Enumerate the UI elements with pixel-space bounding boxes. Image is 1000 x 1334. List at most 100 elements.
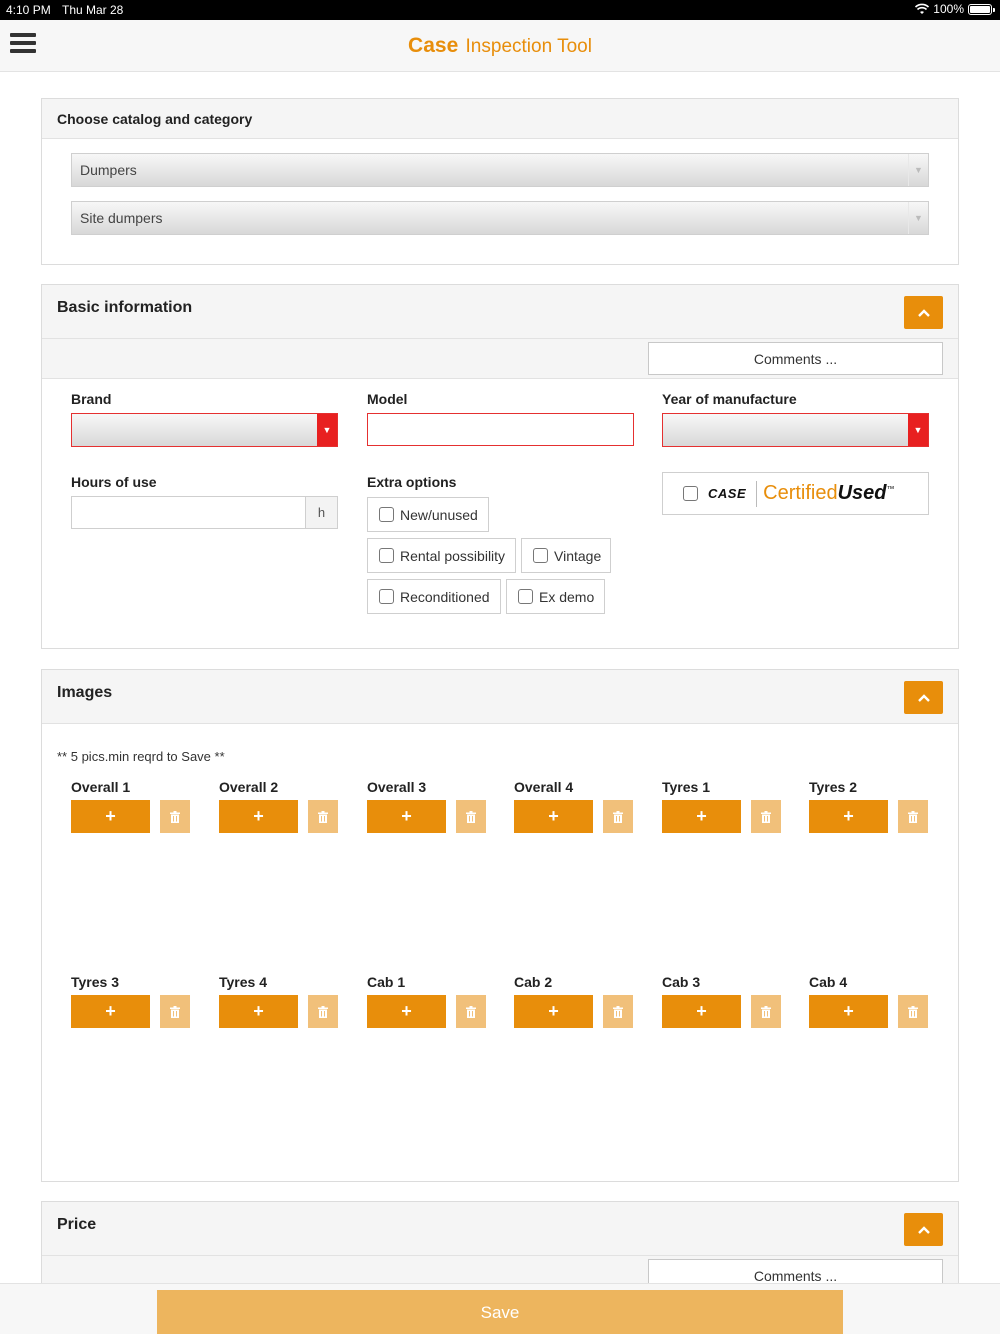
- trash-icon: [170, 810, 180, 823]
- catalog-panel-title: Choose catalog and category: [57, 111, 253, 127]
- save-bar: Save: [0, 1283, 1000, 1334]
- battery-icon: [968, 3, 995, 15]
- catalog-select-value: Dumpers: [80, 162, 137, 178]
- add-image-button-overall-1[interactable]: +: [71, 800, 150, 833]
- plus-icon: +: [253, 1001, 264, 1021]
- chevron-down-icon: ▼: [908, 154, 928, 186]
- app-title: Case Inspection Tool: [0, 34, 1000, 58]
- wifi-icon: [915, 3, 930, 14]
- status-date: Thu Mar 28: [62, 3, 124, 17]
- year-select[interactable]: ▼: [662, 413, 929, 447]
- add-image-button-cab-4[interactable]: +: [809, 995, 888, 1028]
- option-vintage[interactable]: Vintage: [521, 538, 611, 573]
- plus-icon: +: [548, 1001, 559, 1021]
- option-ex-demo[interactable]: Ex demo: [506, 579, 605, 614]
- image-slot-label-tyres-2: Tyres 2: [809, 779, 857, 795]
- delete-image-button-tyres-4[interactable]: [308, 995, 338, 1028]
- hours-unit: h: [306, 496, 338, 529]
- price-panel: Price Comments ...: [41, 1201, 959, 1292]
- catalog-select[interactable]: Dumpers ▼: [71, 153, 929, 187]
- plus-icon: +: [696, 806, 707, 826]
- checkbox-icon: [683, 486, 698, 501]
- battery-percent: 100%: [933, 2, 964, 16]
- plus-icon: +: [401, 1001, 412, 1021]
- certified-used-checkbox[interactable]: CASE CertifiedUsed™: [662, 472, 929, 515]
- brand-label: Brand: [71, 391, 112, 407]
- add-image-button-cab-3[interactable]: +: [662, 995, 741, 1028]
- delete-image-button-cab-2[interactable]: [603, 995, 633, 1028]
- trash-icon: [908, 1005, 918, 1018]
- basic-info-subbar: Comments ...: [42, 339, 958, 379]
- add-image-button-tyres-3[interactable]: +: [71, 995, 150, 1028]
- add-image-button-overall-2[interactable]: +: [219, 800, 298, 833]
- images-collapse-button[interactable]: [904, 681, 943, 714]
- image-slot-label-overall-3: Overall 3: [367, 779, 427, 795]
- plus-icon: +: [401, 806, 412, 826]
- trash-icon: [613, 810, 623, 823]
- chevron-down-icon: ▼: [317, 414, 337, 446]
- checkbox-icon: [379, 589, 394, 604]
- basic-info-panel: Basic information Comments ... Brand ▼ M…: [41, 284, 959, 649]
- delete-image-button-overall-1[interactable]: [160, 800, 190, 833]
- certified-used-logo: CertifiedUsed™: [757, 482, 894, 505]
- basic-info-collapse-button[interactable]: [904, 296, 943, 329]
- images-panel: Images ** 5 pics.min reqrd to Save ** Ov…: [41, 669, 959, 1182]
- option-rental-possibility[interactable]: Rental possibility: [367, 538, 516, 573]
- delete-image-button-overall-4[interactable]: [603, 800, 633, 833]
- delete-image-button-cab-4[interactable]: [898, 995, 928, 1028]
- model-label: Model: [367, 391, 408, 407]
- used-text: Used: [837, 482, 887, 504]
- delete-image-button-tyres-1[interactable]: [751, 800, 781, 833]
- catalog-panel: Choose catalog and category Dumpers ▼ Si…: [41, 98, 959, 265]
- image-slot-label-tyres-1: Tyres 1: [662, 779, 710, 795]
- delete-image-button-overall-2[interactable]: [308, 800, 338, 833]
- plus-icon: +: [696, 1001, 707, 1021]
- model-input[interactable]: [367, 413, 634, 446]
- hours-label: Hours of use: [71, 474, 157, 490]
- option-label: Ex demo: [539, 588, 595, 605]
- price-collapse-button[interactable]: [904, 1213, 943, 1246]
- delete-image-button-cab-3[interactable]: [751, 995, 781, 1028]
- add-image-button-tyres-4[interactable]: +: [219, 995, 298, 1028]
- catalog-panel-header: Choose catalog and category: [42, 99, 958, 139]
- option-reconditioned[interactable]: Reconditioned: [367, 579, 501, 614]
- image-slot-label-cab-1: Cab 1: [367, 974, 406, 990]
- hours-input[interactable]: [71, 496, 306, 529]
- chevron-up-icon: [917, 693, 930, 702]
- status-bar: 4:10 PM Thu Mar 28 100%: [0, 0, 1000, 20]
- add-image-button-tyres-2[interactable]: +: [809, 800, 888, 833]
- delete-image-button-cab-1[interactable]: [456, 995, 486, 1028]
- add-image-button-cab-2[interactable]: +: [514, 995, 593, 1028]
- delete-image-button-overall-3[interactable]: [456, 800, 486, 833]
- add-image-button-overall-3[interactable]: +: [367, 800, 446, 833]
- option-label: Reconditioned: [400, 588, 490, 605]
- images-header: Images: [42, 670, 958, 724]
- delete-image-button-tyres-3[interactable]: [160, 995, 190, 1028]
- image-slot-label-tyres-4: Tyres 4: [219, 974, 267, 990]
- app-header: Case Inspection Tool: [0, 20, 1000, 72]
- images-title: Images: [57, 684, 113, 701]
- trash-icon: [613, 1005, 623, 1018]
- basic-info-comments-button[interactable]: Comments ...: [648, 342, 943, 375]
- save-button[interactable]: Save: [157, 1290, 843, 1334]
- add-image-button-overall-4[interactable]: +: [514, 800, 593, 833]
- add-image-button-cab-1[interactable]: +: [367, 995, 446, 1028]
- plus-icon: +: [843, 806, 854, 826]
- option-new-unused[interactable]: New/unused: [367, 497, 489, 532]
- option-label: Vintage: [554, 547, 602, 564]
- category-select[interactable]: Site dumpers ▼: [71, 201, 929, 235]
- checkbox-icon: [379, 548, 394, 563]
- trash-icon: [318, 810, 328, 823]
- status-right: 100%: [915, 2, 995, 16]
- add-image-button-tyres-1[interactable]: +: [662, 800, 741, 833]
- trademark-symbol: ™: [886, 484, 895, 494]
- delete-image-button-tyres-2[interactable]: [898, 800, 928, 833]
- basic-info-title: Basic information: [57, 299, 193, 316]
- image-slot-label-overall-1: Overall 1: [71, 779, 131, 795]
- brand-select[interactable]: ▼: [71, 413, 338, 447]
- image-slot-label-cab-3: Cab 3: [662, 974, 701, 990]
- image-slot-label-overall-2: Overall 2: [219, 779, 279, 795]
- chevron-down-icon: ▼: [908, 414, 928, 446]
- chevron-down-icon: ▼: [908, 202, 928, 234]
- image-slot-label-cab-4: Cab 4: [809, 974, 848, 990]
